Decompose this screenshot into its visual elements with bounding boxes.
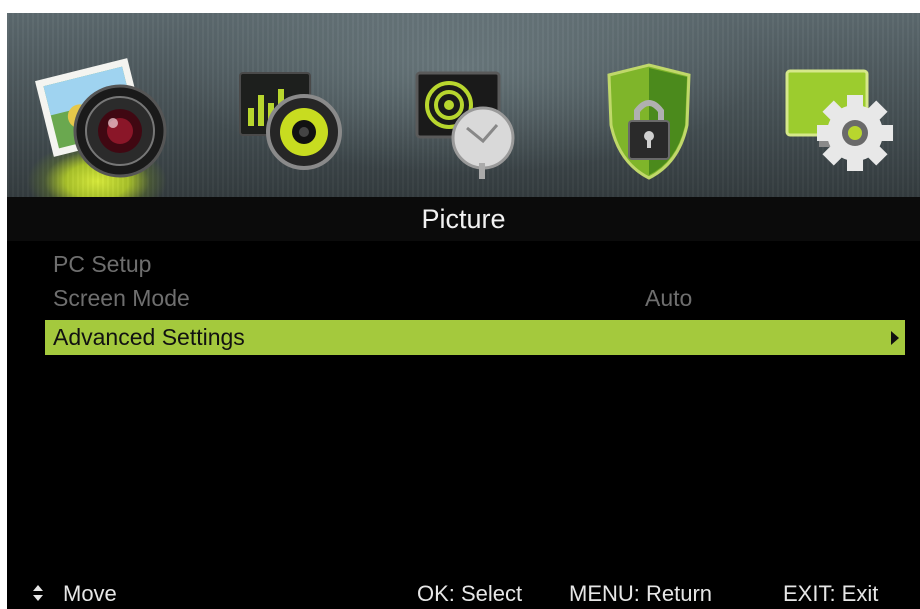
sound-speaker-icon	[239, 72, 342, 170]
menu-item-label: Advanced Settings	[53, 324, 245, 350]
hint-exit: EXIT: Exit	[783, 581, 879, 606]
picture-camera-icon	[35, 58, 167, 178]
tab-lock[interactable]	[569, 13, 729, 197]
hint-menu-return: MENU: Return	[569, 581, 713, 606]
menu-title-bar: Picture	[7, 197, 920, 241]
up-down-arrows-icon	[33, 583, 43, 605]
lock-shield-icon	[607, 63, 691, 180]
page-title: Picture	[421, 204, 506, 234]
menu-item-value: Auto	[645, 285, 693, 311]
setup-gear-icon	[785, 69, 893, 171]
tab-setup[interactable]	[757, 13, 917, 197]
channel-satellite-icon	[415, 71, 515, 179]
menu-item-pc-setup[interactable]: PC Setup	[45, 247, 905, 282]
tab-channel[interactable]	[387, 13, 547, 197]
menu-item-label: PC Setup	[53, 251, 152, 277]
menu-item-screen-mode[interactable]: Screen Mode Auto	[45, 281, 905, 316]
submenu-arrow-icon	[891, 331, 899, 345]
hint-move: Move	[63, 581, 117, 606]
hint-ok-select: OK: Select	[417, 581, 523, 606]
menu-tab-bar	[7, 13, 920, 197]
tab-sound[interactable]	[212, 13, 372, 197]
menu-item-label: Screen Mode	[53, 285, 190, 311]
footer-hint-bar: Move OK: Select MENU: Return EXIT: Exit	[7, 579, 920, 609]
tab-picture[interactable]	[22, 13, 182, 197]
tv-osd-menu: Picture PC Setup Screen Mode Auto Advanc…	[7, 13, 920, 609]
menu-item-advanced-settings[interactable]: Advanced Settings	[45, 320, 905, 355]
